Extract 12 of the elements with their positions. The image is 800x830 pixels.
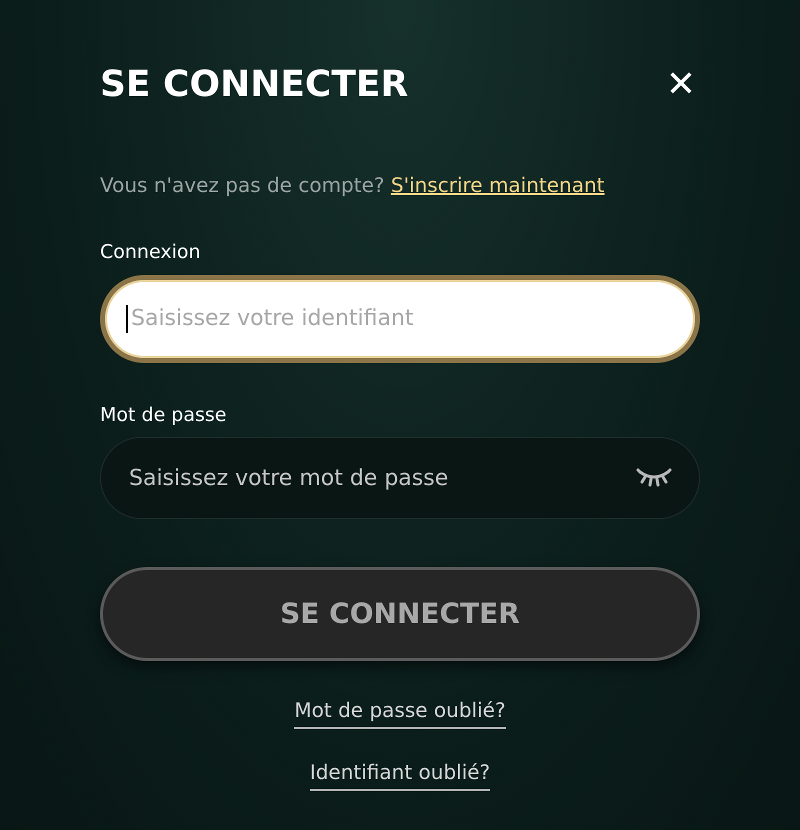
field-label: Mot de passe [100,402,228,428]
text-cursor [126,304,128,332]
input-field[interactable]: Saisissez votre mot de passe [100,437,700,519]
dialog-title: SE CONNECTER [100,63,408,107]
closed-eye-icon[interactable] [636,468,672,488]
input-field[interactable]: Saisissez votre identifiant [100,274,700,362]
signup-prompt: Vous n'avez pas de compte? S'inscrire maintenant [100,172,606,199]
signup-link[interactable]: S'inscrire maintenant [390,173,605,197]
forgot-link[interactable]: Identifiant oublié? [310,757,490,791]
forgot-link[interactable]: Mot de passe oublié? [294,695,506,729]
close-button[interactable]: ✕ [666,67,696,103]
field-label: Connexion [100,240,202,265]
